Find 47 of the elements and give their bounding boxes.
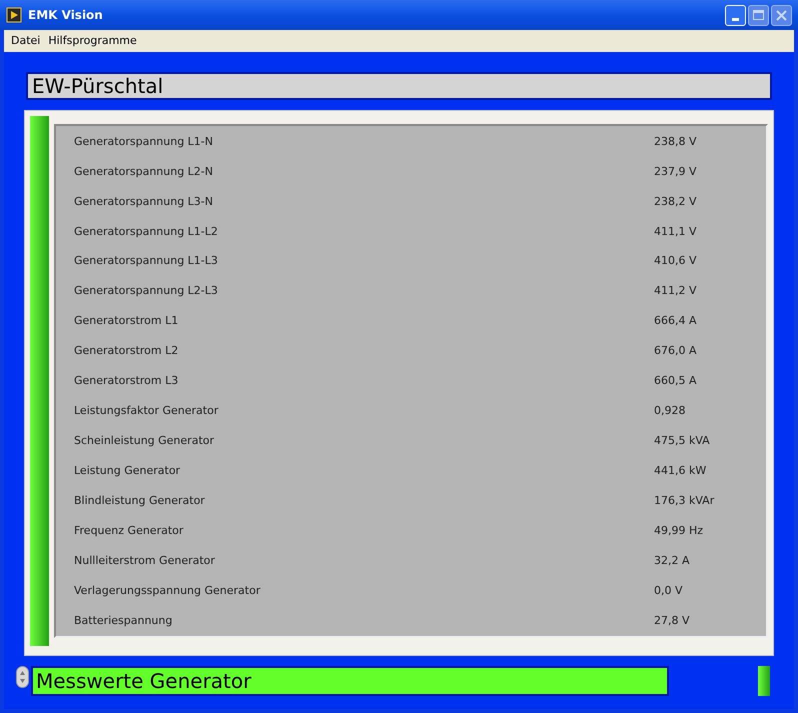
measurement-value: 411,2 V [654,283,697,300]
app-icon [6,7,22,23]
measurement-label: Scheinleistung Generator [74,433,216,450]
measurement-value: 237,9 V [654,164,697,180]
measurement-label: Leistung Generator [74,463,182,480]
spinner-arrows-icon [19,670,26,684]
measurement-value: 441,6 kW [654,463,706,480]
close-button[interactable] [771,4,792,26]
measurement-label: Generatorspannung L1-L3 [74,253,219,270]
measurement-value: 238,8 V [654,134,697,150]
measurement-value: 676,0 A [654,343,697,360]
measurement-label: Generatorspannung L1-N [74,134,214,150]
measurement-value: 411,1 V [654,224,697,240]
measurement-value: 660,5 A [654,373,697,390]
measurement-value: 475,5 kVA [654,433,710,450]
measurement-value: 32,2 A [654,552,690,569]
measurement-label: Generatorspannung L2-N [74,164,214,180]
measurement-value: 666,4 A [654,313,697,330]
page-spinner[interactable] [16,666,29,688]
measurement-value: 176,3 kVAr [654,492,714,509]
measurement-label: Batteriespannung [74,612,174,629]
menu-item[interactable]: Datei [8,32,44,50]
measurement-value: 238,2 V [654,194,697,210]
measurement-label: Generatorstrom L1 [74,313,180,330]
measurement-label: Blindleistung Generator [74,492,206,509]
status-indicator [758,666,770,696]
measurement-value: 49,99 Hz [654,522,704,539]
page-selector-field[interactable]: Messwerte Generator [31,666,669,696]
measurement-value: 0,0 V [654,582,683,599]
measurement-value: 410,6 V [654,253,697,270]
measurement-label: Generatorstrom L3 [74,373,180,390]
measurement-label: Generatorspannung L3-N [74,194,214,210]
measurement-value: 0,928 [654,403,686,420]
measurement-label: Verlagerungsspannung Generator [74,582,262,599]
measurement-label: Nullleiterstrom Generator [74,552,216,569]
menu-item[interactable]: Hilfsprogramme [45,32,140,50]
window-title: EMK Vision [28,7,103,24]
maximize-button[interactable] [748,4,769,26]
minimize-button[interactable] [725,4,746,26]
close-icon [776,10,787,20]
measurement-value: 27,8 V [654,612,690,629]
station-name-field: EW-Pürschtal [26,72,772,100]
measurement-label: Generatorspannung L1-L2 [74,224,219,240]
measurement-label: Leistungsfaktor Generator [74,403,220,420]
measurement-label: Generatorstrom L2 [74,343,180,360]
measurement-label: Frequenz Generator [74,522,184,539]
measurement-label: Generatorspannung L2-L3 [74,283,219,300]
